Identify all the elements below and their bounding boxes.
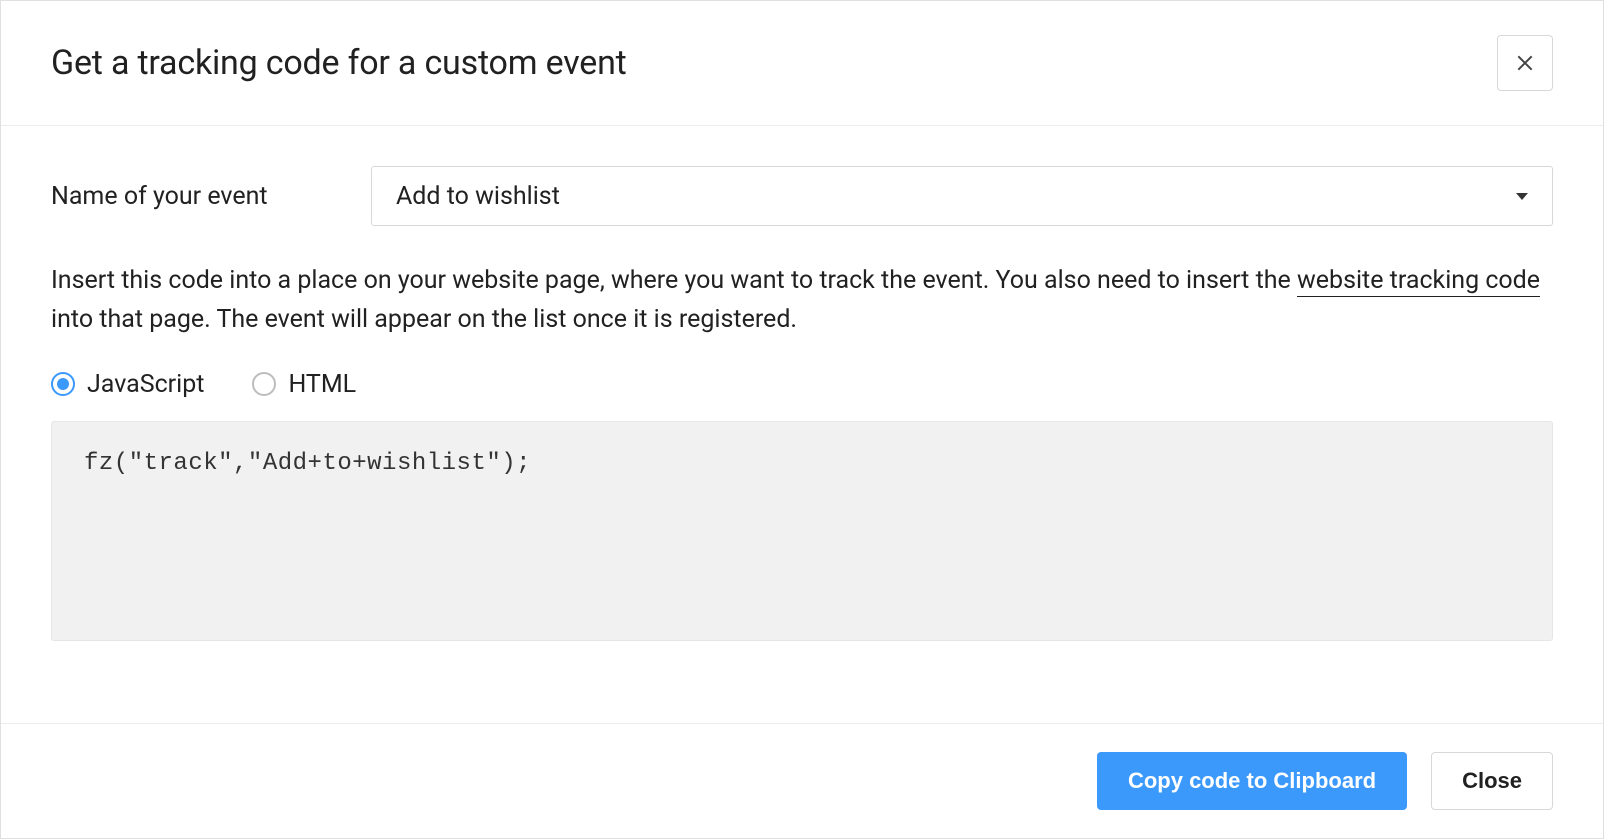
event-name-label: Name of your event	[51, 182, 371, 211]
close-icon-button[interactable]	[1497, 35, 1553, 91]
radio-html[interactable]: HTML	[252, 370, 356, 399]
modal-title: Get a tracking code for a custom event	[51, 43, 627, 83]
radio-dot-icon	[57, 378, 69, 390]
code-snippet-box[interactable]: fz("track","Add+to+wishlist");	[51, 421, 1553, 641]
radio-selected-icon	[51, 372, 75, 396]
instruction-part1: Insert this code into a place on your we…	[51, 266, 1297, 295]
close-icon	[1515, 53, 1535, 73]
instruction-text: Insert this code into a place on your we…	[51, 262, 1553, 340]
chevron-down-icon	[1516, 193, 1528, 200]
event-name-select-wrap: Add to wishlist	[371, 166, 1553, 226]
code-format-radio-group: JavaScript HTML	[51, 370, 1553, 399]
event-name-select[interactable]: Add to wishlist	[371, 166, 1553, 226]
radio-javascript[interactable]: JavaScript	[51, 370, 204, 399]
website-tracking-code-link[interactable]: website tracking code	[1297, 266, 1540, 297]
instruction-part2: into that page. The event will appear on…	[51, 305, 797, 334]
radio-javascript-label: JavaScript	[87, 370, 204, 399]
modal-footer: Copy code to Clipboard Close	[1, 723, 1603, 838]
event-name-row: Name of your event Add to wishlist	[51, 166, 1553, 226]
copy-code-button[interactable]: Copy code to Clipboard	[1097, 752, 1407, 810]
radio-html-label: HTML	[288, 370, 356, 399]
close-button[interactable]: Close	[1431, 752, 1553, 810]
tracking-code-modal: Get a tracking code for a custom event N…	[0, 0, 1604, 839]
modal-body: Name of your event Add to wishlist Inser…	[1, 126, 1603, 723]
event-name-selected-value: Add to wishlist	[396, 182, 560, 211]
radio-unselected-icon	[252, 372, 276, 396]
modal-header: Get a tracking code for a custom event	[1, 1, 1603, 126]
